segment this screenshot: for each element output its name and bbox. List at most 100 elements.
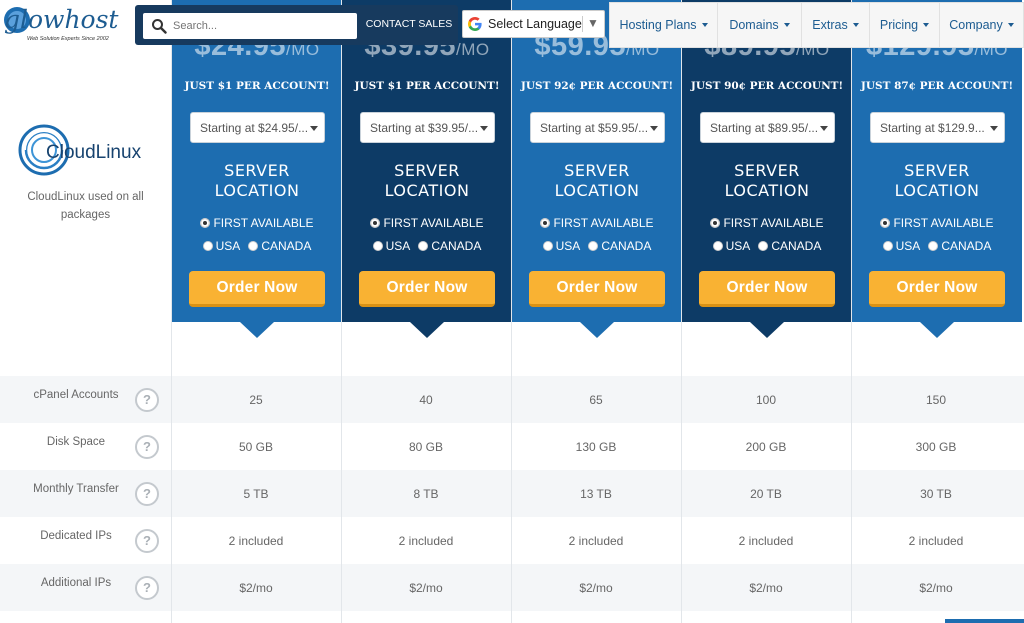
radio-first-available[interactable]: FIRST AVAILABLE — [682, 216, 852, 230]
radio-button[interactable] — [370, 218, 381, 228]
feature-value: 25 — [249, 393, 263, 407]
radio-canada-label: CANADA — [771, 239, 822, 253]
radio-row-country: USA CANADA — [682, 239, 852, 253]
radio-first-available-label: FIRST AVAILABLE — [723, 216, 824, 230]
feature-value: $2/mo — [239, 581, 273, 595]
language-select-label: Select Language — [488, 17, 582, 31]
radio-button[interactable] — [710, 218, 721, 228]
order-now-button[interactable]: Order Now — [699, 271, 835, 307]
help-icon[interactable]: ? — [135, 529, 159, 553]
panel-pointer — [750, 322, 784, 338]
nav-extras-label: Extras — [812, 18, 848, 32]
radio-button-canada[interactable] — [588, 241, 599, 251]
radio-button[interactable] — [200, 218, 211, 228]
order-now-button[interactable]: Order Now — [189, 271, 325, 307]
feature-label: Disk Space — [46, 436, 106, 448]
radio-button-canada[interactable] — [928, 241, 939, 251]
radio-usa-label: USA — [385, 239, 411, 253]
feature-value: 100 — [755, 393, 777, 407]
search-box: CONTACT SALES — [135, 5, 458, 45]
server-location-title-line2: LOCATION — [724, 181, 810, 200]
radio-button-canada[interactable] — [758, 241, 769, 251]
nav-extras[interactable]: Extras — [802, 3, 870, 47]
nav-company[interactable]: Company — [940, 3, 1023, 47]
order-now-button[interactable]: Order Now — [869, 271, 1005, 307]
cloudlinux-caption-line2: packages — [60, 209, 111, 221]
feature-value: 300 GB — [915, 440, 957, 454]
feature-value: 20 TB — [750, 487, 782, 501]
search-input[interactable] — [173, 17, 351, 35]
chevron-down-icon — [1007, 23, 1014, 27]
radio-usa-label: USA — [555, 239, 581, 253]
help-icon[interactable]: ? — [135, 388, 159, 412]
radio-row-country: USA CANADA — [512, 239, 682, 253]
radio-button-canada[interactable] — [418, 241, 429, 251]
feature-value: $2/mo — [409, 581, 443, 595]
radio-button-usa[interactable] — [202, 241, 213, 251]
feature-row: Dedicated IPs? 2 included 2 included 2 incl… — [0, 517, 1024, 564]
radio-button-usa[interactable] — [372, 241, 383, 251]
radio-button[interactable] — [540, 218, 551, 228]
radio-button-canada[interactable] — [248, 241, 259, 251]
plan-term-select-value: Starting at $129.9... — [880, 121, 985, 135]
help-icon[interactable]: ? — [135, 435, 159, 459]
feature-row: cPanel Accounts? 25 40 65 100 150 — [0, 376, 1024, 423]
panel-pointer — [920, 322, 954, 338]
plan-term-select[interactable]: Starting at $24.95/... — [190, 112, 325, 143]
feature-value: 65 — [589, 393, 603, 407]
help-icon[interactable]: ? — [135, 576, 159, 600]
nav-hosting-plans-label: Hosting Plans — [619, 18, 697, 32]
chevron-down-icon — [852, 23, 859, 27]
column-divider — [341, 376, 342, 623]
feature-value: 2 included — [738, 534, 794, 548]
cloudlinux-caption: CloudLinux used on all packages — [0, 188, 171, 224]
radio-first-available[interactable]: FIRST AVAILABLE — [172, 216, 342, 230]
radio-first-available[interactable]: FIRST AVAILABLE — [852, 216, 1022, 230]
plan-term-select[interactable]: Starting at $129.9... — [870, 112, 1005, 143]
radio-button[interactable] — [880, 218, 891, 228]
radio-button-usa[interactable] — [882, 241, 893, 251]
plan-term-select[interactable]: Starting at $39.95/... — [360, 112, 495, 143]
order-now-button[interactable]: Order Now — [529, 271, 665, 307]
order-now-button[interactable]: Order Now — [359, 271, 495, 307]
feature-label: Dedicated IPs — [40, 530, 112, 542]
column-divider — [511, 376, 512, 623]
feature-row: Disk Space? 50 GB 80 GB 130 GB 200 GB 300 GB — [0, 423, 1024, 470]
language-select[interactable]: Select Language ▼ — [462, 10, 605, 38]
plan-term-select-value: Starting at $59.95/... — [540, 121, 649, 135]
per-account-note: JUST 92¢ PER ACCOUNT! — [520, 80, 674, 92]
feature-value: $2/mo — [579, 581, 613, 595]
radio-usa-label: USA — [725, 239, 751, 253]
feature-value: 13 TB — [580, 487, 612, 501]
radio-button-usa[interactable] — [712, 241, 723, 251]
nav-pricing[interactable]: Pricing — [870, 3, 940, 47]
radio-usa-label: USA — [215, 239, 241, 253]
search-field[interactable] — [143, 13, 357, 39]
radio-canada-label: CANADA — [431, 239, 482, 253]
contact-sales-link[interactable]: CONTACT SALES — [363, 5, 455, 45]
plan-column: $24.95/MO JUST $1 PER ACCOUNT! Starting at… — [171, 0, 342, 376]
feature-value: 40 — [419, 393, 433, 407]
nav-domains[interactable]: Domains — [718, 3, 802, 47]
per-account-note: JUST 90¢ PER ACCOUNT! — [690, 80, 844, 92]
server-location-title: SERVER LOCATION — [682, 161, 852, 201]
help-icon[interactable]: ? — [135, 482, 159, 506]
nav-hosting-plans[interactable]: Hosting Plans — [610, 3, 718, 47]
plan-column: $89.95/MOJUST 90¢ PER ACCOUNT!Starting a… — [681, 0, 852, 376]
server-location-title-line2: LOCATION — [384, 181, 470, 200]
server-location-title-line1: SERVER — [394, 161, 460, 180]
radio-button-usa[interactable] — [542, 241, 553, 251]
feature-value: 150 — [925, 393, 947, 407]
main-nav: Hosting Plans Domains Extras Pricing Com… — [609, 2, 1024, 48]
radio-canada-label: CANADA — [941, 239, 992, 253]
radio-first-available[interactable]: FIRST AVAILABLE — [512, 216, 682, 230]
radio-first-available[interactable]: FIRST AVAILABLE — [342, 216, 512, 230]
glowhost-logo[interactable]: glowhost Web Solution Experts Since 2002 — [0, 0, 126, 46]
language-select-divider — [582, 16, 583, 32]
glowhost-logo-graphic: glowhost Web Solution Experts Since 2002 — [4, 5, 119, 42]
plan-term-select[interactable]: Starting at $89.95/... — [700, 112, 835, 143]
feature-label: cPanel Accounts — [33, 389, 119, 401]
caret-down-icon — [310, 126, 318, 131]
plan-term-select[interactable]: Starting at $59.95/... — [530, 112, 665, 143]
plan-column: $59.95/MO JUST 92¢ PER ACCOUNT! Starting a… — [511, 0, 682, 376]
